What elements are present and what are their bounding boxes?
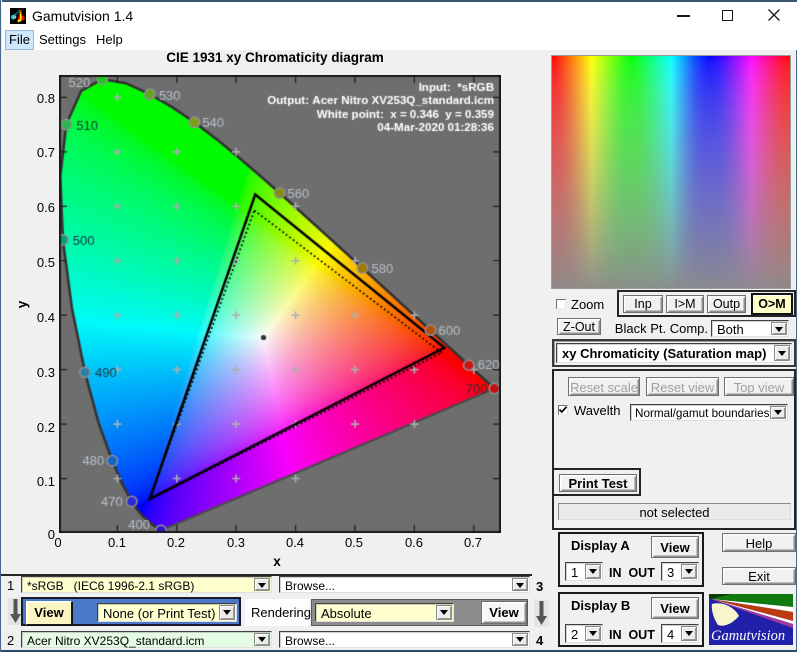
svg-text:Gamutvision: Gamutvision bbox=[711, 628, 785, 644]
